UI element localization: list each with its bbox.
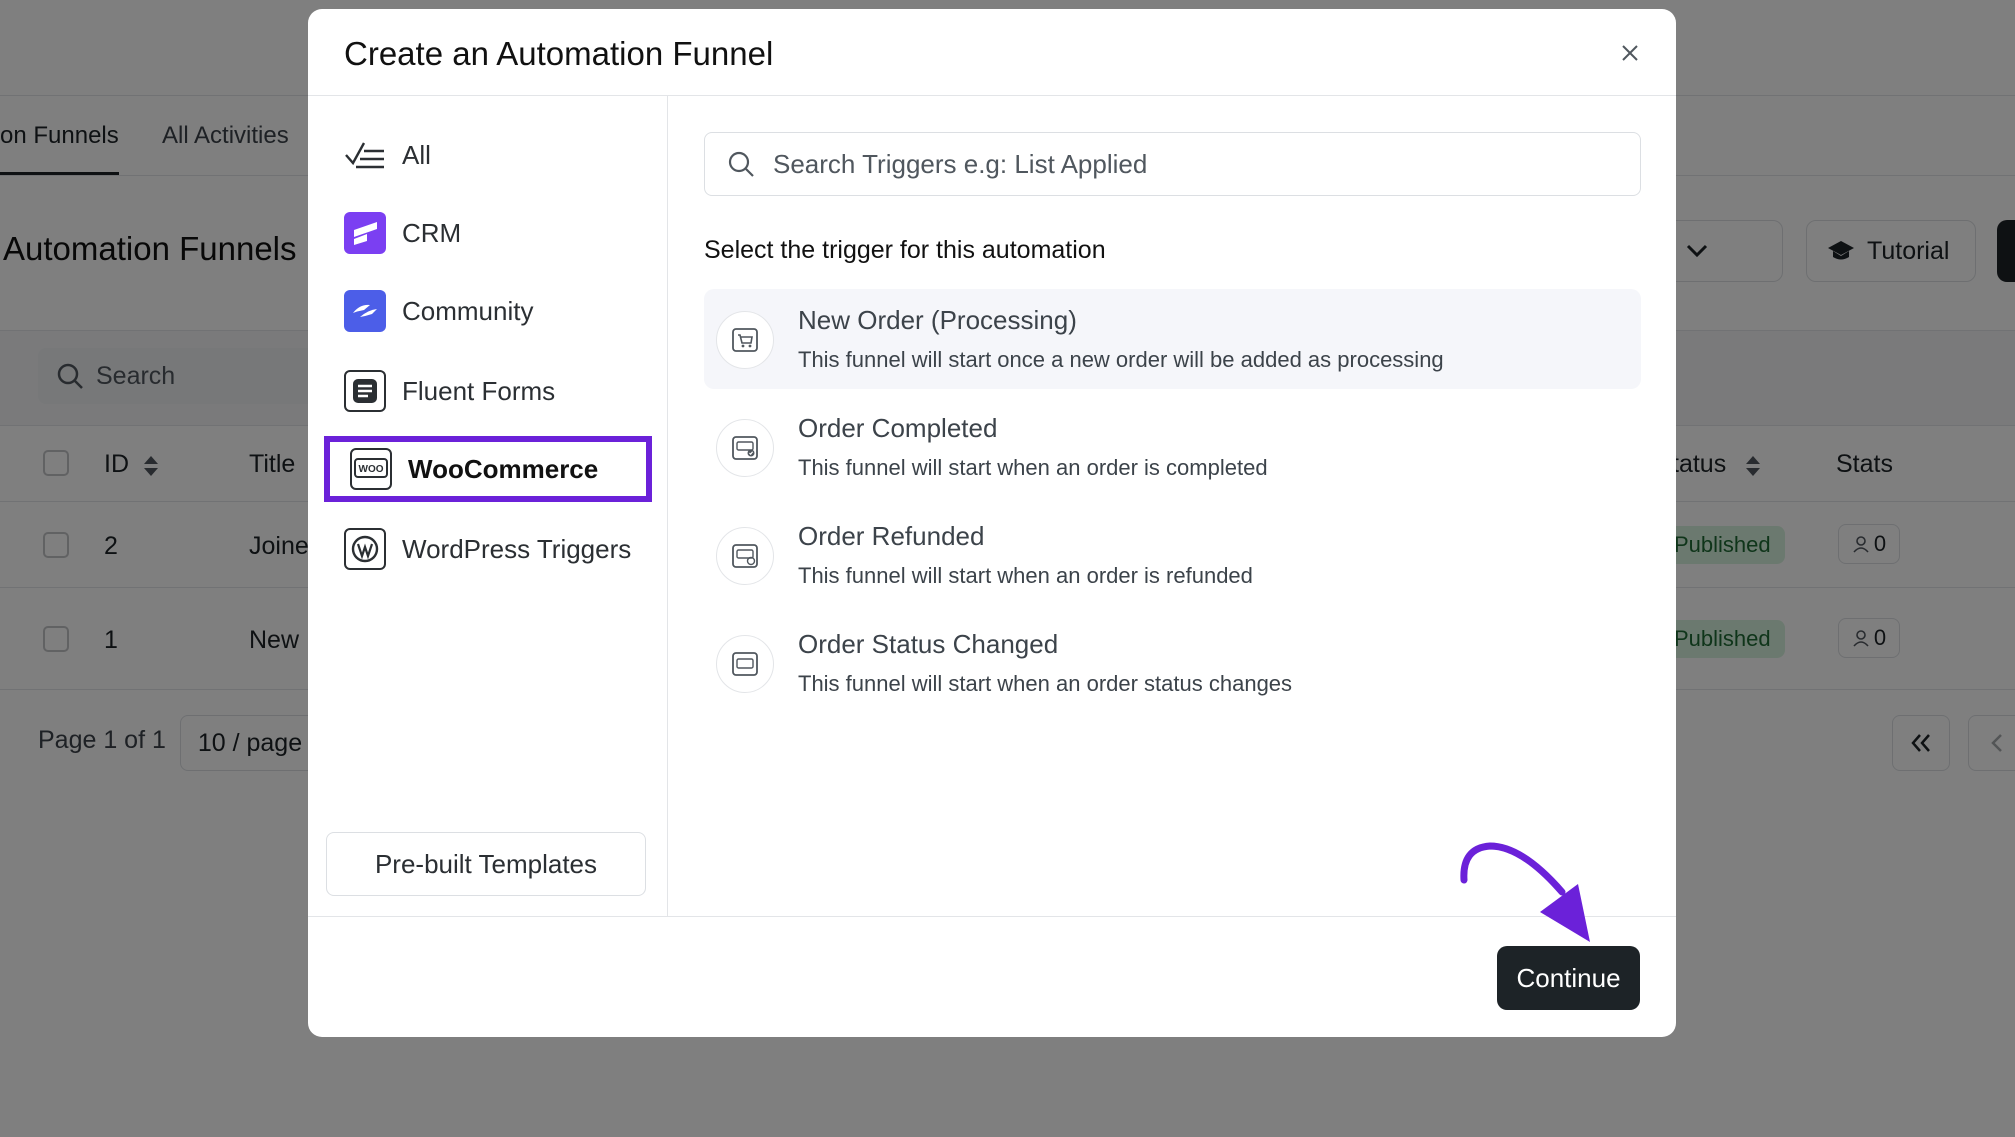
cart-icon — [716, 311, 774, 369]
continue-button[interactable]: Continue — [1497, 946, 1640, 1010]
category-fluent-forms[interactable]: Fluent Forms — [344, 358, 644, 424]
category-label: All — [402, 139, 431, 170]
category-all[interactable]: All — [344, 122, 644, 188]
checklist-icon — [344, 134, 386, 176]
search-icon — [728, 151, 754, 177]
trigger-new-order-processing[interactable]: New Order (Processing) This funnel will … — [704, 289, 1641, 389]
forms-icon — [344, 370, 386, 412]
trigger-description: This funnel will start once a new order … — [798, 347, 1444, 372]
trigger-description: This funnel will start when an order sta… — [798, 671, 1293, 696]
woo-check-icon — [716, 419, 774, 477]
trigger-search-input[interactable] — [773, 148, 1613, 180]
modal-header: Create an Automation Funnel — [308, 9, 1676, 96]
category-label: Fluent Forms — [402, 375, 556, 406]
category-label: CRM — [402, 217, 462, 248]
section-label: Select the trigger for this automation — [704, 236, 1106, 264]
trigger-search-field[interactable] — [704, 132, 1641, 196]
modal-title: Create an Automation Funnel — [344, 35, 774, 72]
category-wordpress-triggers[interactable]: WordPress Triggers — [344, 516, 644, 582]
trigger-description: This funnel will start when an order is … — [798, 455, 1268, 480]
woo-status-icon — [716, 635, 774, 693]
wordpress-icon — [344, 528, 386, 570]
trigger-description: This funnel will start when an order is … — [798, 563, 1253, 588]
category-label: WooCommerce — [408, 453, 599, 484]
trigger-order-refunded[interactable]: Order Refunded This funnel will start wh… — [704, 505, 1641, 605]
annotation-arrow-icon — [1460, 842, 1590, 942]
category-crm[interactable]: CRM — [344, 200, 644, 266]
category-sidebar: All CRM Community Fluent Forms WOO WooCo… — [308, 96, 668, 916]
svg-text:WOO: WOO — [359, 464, 384, 475]
category-label: Community — [402, 295, 534, 326]
fluentcrm-icon — [344, 212, 386, 254]
woo-refund-icon — [716, 527, 774, 585]
trigger-title: Order Status Changed — [798, 629, 1059, 659]
close-icon — [1622, 45, 1638, 61]
category-community[interactable]: Community — [344, 278, 644, 344]
trigger-order-completed[interactable]: Order Completed This funnel will start w… — [704, 397, 1641, 497]
woo-icon: WOO — [350, 448, 392, 490]
close-button[interactable] — [1616, 39, 1644, 67]
trigger-panel: Select the trigger for this automation N… — [669, 96, 1676, 916]
trigger-order-status-changed[interactable]: Order Status Changed This funnel will st… — [704, 613, 1641, 713]
community-icon — [344, 290, 386, 332]
prebuilt-templates-button[interactable]: Pre-built Templates — [326, 832, 646, 896]
trigger-title: New Order (Processing) — [798, 305, 1077, 335]
trigger-title: Order Completed — [798, 413, 998, 443]
category-label: WordPress Triggers — [402, 533, 632, 564]
category-woocommerce[interactable]: WOO WooCommerce — [324, 436, 652, 502]
trigger-title: Order Refunded — [798, 521, 985, 551]
